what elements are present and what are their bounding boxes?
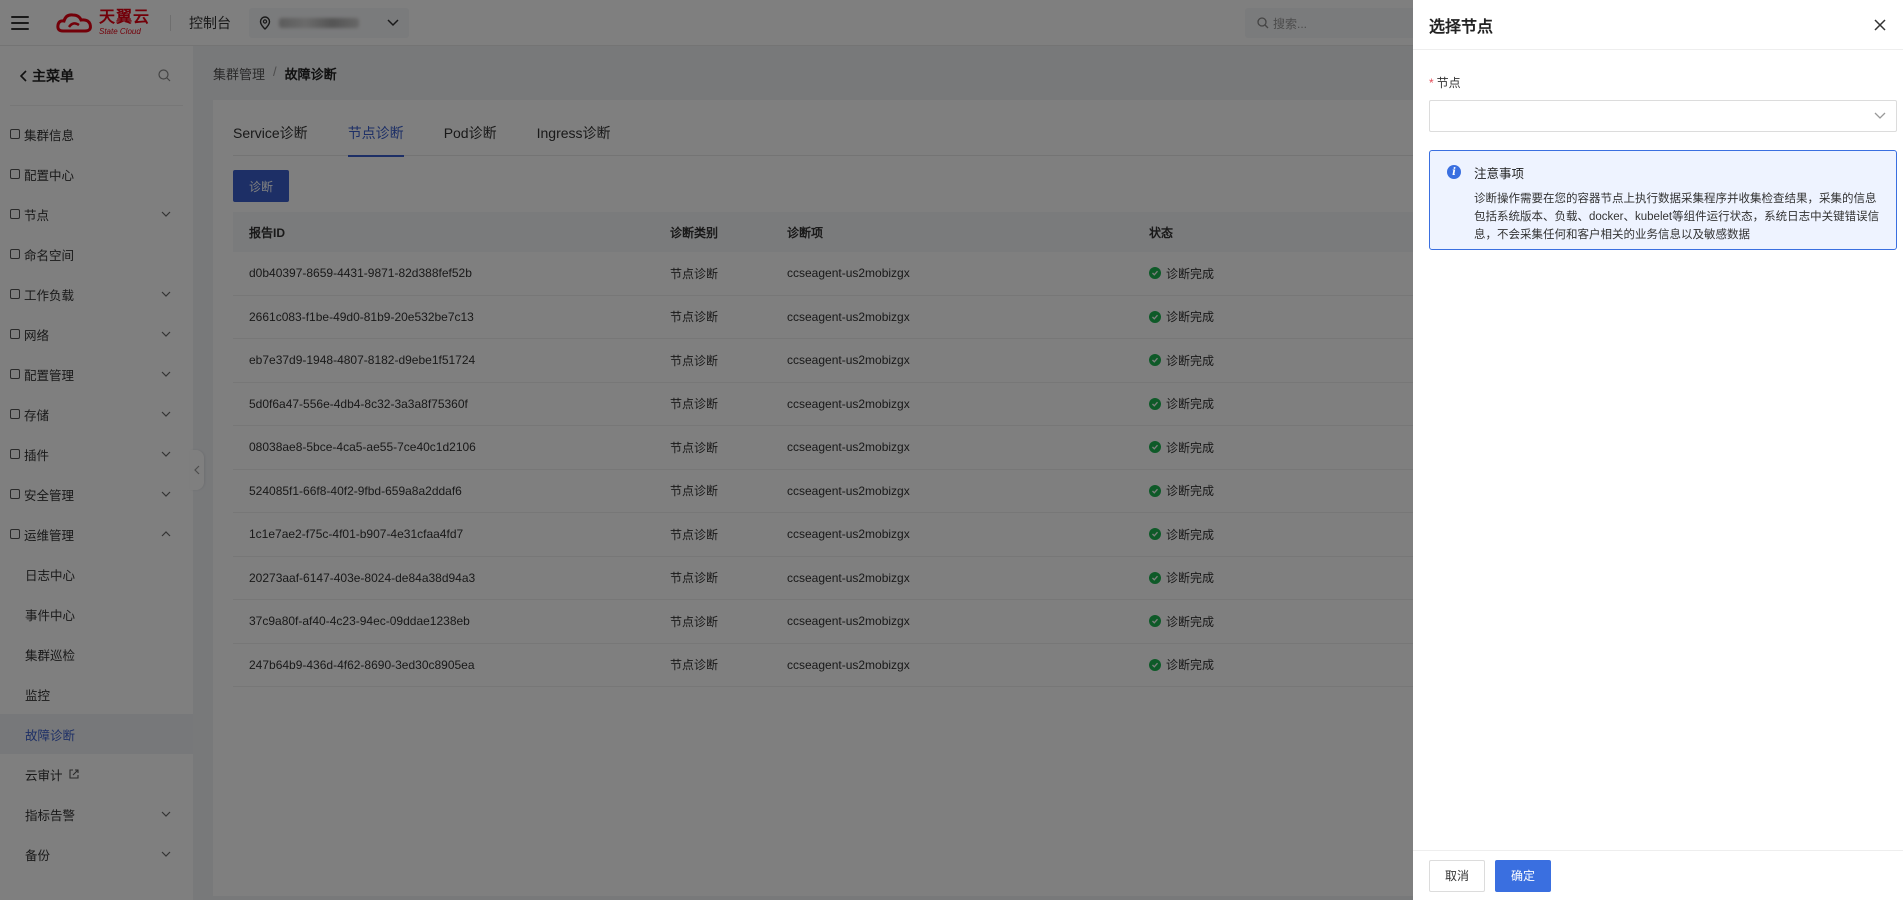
required-mark: * — [1429, 76, 1434, 90]
info-icon: i — [1447, 165, 1461, 179]
chevron-down-icon — [1874, 112, 1886, 119]
drawer-header: 选择节点 — [1413, 0, 1903, 50]
node-label-text: 节点 — [1436, 76, 1461, 90]
close-icon[interactable] — [1873, 18, 1887, 32]
drawer-footer: 取消 确定 — [1413, 850, 1903, 900]
node-field-label: * 节点 — [1429, 74, 1461, 91]
notice-box: i 注意事项 诊断操作需要在您的容器节点上执行数据采集程序并收集检查结果，采集的… — [1429, 150, 1897, 250]
node-select[interactable] — [1429, 100, 1897, 132]
notice-title: 注意事项 — [1474, 167, 1525, 181]
drawer-title: 选择节点 — [1429, 18, 1494, 36]
notice-body: 诊断操作需要在您的容器节点上执行数据采集程序并收集检查结果，采集的信息包括系统版… — [1474, 193, 1880, 241]
confirm-button[interactable]: 确定 — [1495, 859, 1551, 892]
cancel-button[interactable]: 取消 — [1429, 859, 1485, 892]
select-node-drawer: 选择节点 * 节点 i 注意事项 诊断操作需要在您的容器节点上执行数据采集程序并收… — [1413, 0, 1903, 900]
